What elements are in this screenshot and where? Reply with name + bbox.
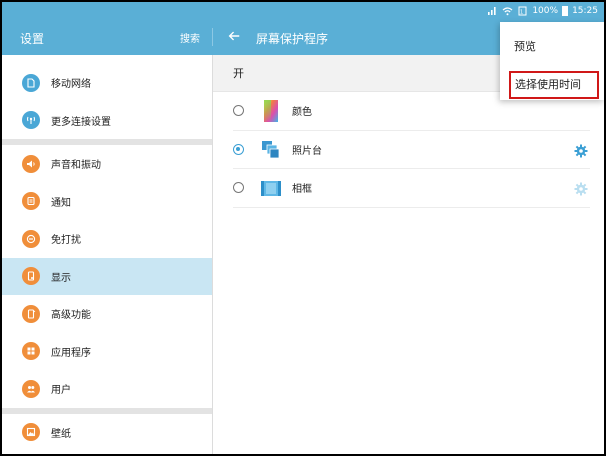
search-button[interactable]: 搜索 (180, 30, 200, 45)
sidebar-item-label: 高级功能 (51, 310, 91, 322)
sidebar-item-mobile-network[interactable]: 移动网络 (2, 64, 212, 102)
back-button[interactable] (227, 26, 245, 46)
photo-frame-thumbnail (261, 177, 281, 199)
apps-grid-icon (22, 342, 40, 361)
arrow-left-icon (228, 31, 240, 41)
do-not-disturb-icon (22, 229, 40, 248)
master-switch-label: 开 (233, 67, 244, 80)
advanced-features-icon (22, 304, 40, 323)
wifi-icon (502, 6, 513, 16)
sidebar-item-do-not-disturb[interactable]: 免打扰 (2, 220, 212, 258)
sidebar-item-wallpaper[interactable]: 壁纸 (2, 414, 212, 452)
sidebar-item-label: 声音和振动 (51, 160, 101, 172)
page-title: 屏幕保护程序 (256, 32, 329, 46)
sidebar-item-applications[interactable]: 应用程序 (2, 333, 212, 371)
sim-card-icon (22, 73, 40, 92)
menu-item-preview[interactable]: 预览 (514, 38, 536, 54)
sidebar-item-label: 应用程序 (51, 347, 91, 359)
battery-icon (562, 6, 569, 16)
wallpaper-icon (22, 423, 40, 442)
option-photo-frame[interactable]: 相框 (233, 169, 590, 208)
sidebar-item-label: 用户 (51, 385, 71, 397)
sidebar-item-advanced-features[interactable]: 高级功能 (2, 295, 212, 333)
svg-text:1: 1 (520, 10, 523, 16)
signal-icon (487, 6, 498, 16)
sidebar-item-notifications[interactable]: 通知 (2, 183, 212, 221)
settings-title: 设置 (20, 32, 45, 46)
sidebar-item-more-connections[interactable]: 更多连接设置 (2, 102, 212, 140)
option-label: 相框 (292, 184, 312, 196)
battery-percent: 100% (532, 6, 559, 16)
sidebar-item-label: 更多连接设置 (51, 116, 111, 128)
sidebar-item-sound[interactable]: 声音和振动 (2, 145, 212, 183)
sidebar-item-label: 壁纸 (51, 428, 71, 440)
colors-thumbnail (261, 99, 281, 122)
screensaver-panel: 开 颜色 照片台 相框 (213, 55, 604, 454)
antenna-icon (22, 111, 40, 130)
option-label: 照片台 (292, 145, 322, 157)
sidebar-item-label: 显示 (51, 272, 71, 284)
display-icon (22, 267, 40, 286)
radio-button[interactable] (233, 182, 244, 194)
option-photo-table[interactable]: 照片台 (233, 131, 590, 169)
sidebar-item-label: 免打扰 (51, 235, 81, 247)
notification-icon (22, 192, 40, 211)
status-bar: 1 100% 15:25 (487, 3, 598, 19)
speaker-icon (22, 154, 40, 173)
settings-sidebar: 移动网络 更多连接设置 声音和振动 通知 免打扰 显示 高级功能 应用程序 用户… (2, 55, 212, 454)
menu-item-select-time[interactable]: 选择使用时间 (509, 71, 599, 99)
gear-icon[interactable] (574, 143, 588, 157)
radio-button[interactable] (233, 143, 244, 155)
radio-button[interactable] (233, 105, 244, 117)
sidebar-item-label: 通知 (51, 197, 71, 209)
sidebar-item-display[interactable]: 显示 (2, 257, 212, 295)
overflow-menu: 预览 选择使用时间 (500, 22, 604, 100)
photo-table-thumbnail (261, 138, 281, 160)
sidebar-item-label: 移动网络 (51, 79, 91, 91)
header-divider (212, 28, 213, 46)
gear-icon[interactable] (574, 181, 588, 196)
sim-icon: 1 (517, 6, 528, 16)
sidebar-item-users[interactable]: 用户 (2, 370, 212, 408)
users-icon (22, 379, 40, 398)
settings-window: 1 100% 15:25 设置 搜索 屏幕保护程序 移动网络 更多连接设置 声音… (2, 2, 604, 454)
option-label: 颜色 (292, 107, 312, 119)
clock: 15:25 (572, 6, 598, 16)
